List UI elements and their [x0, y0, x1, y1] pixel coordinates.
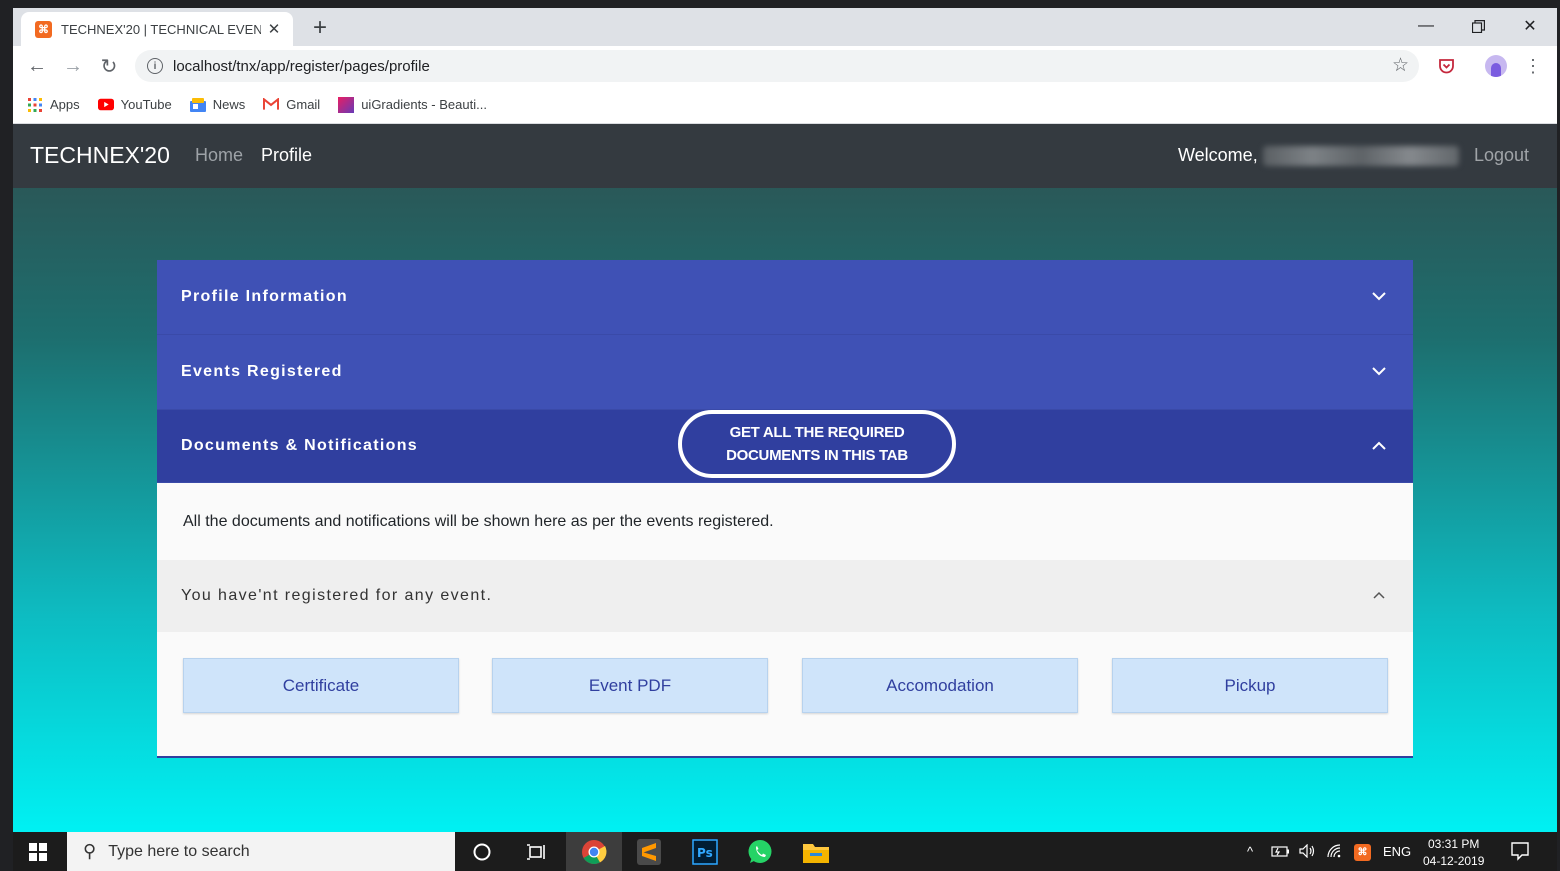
tab-strip: ⌘ TECHNEX'20 | TECHNICAL EVENT ✕ + — ✕ — [13, 8, 1557, 46]
task-view-icon[interactable] — [523, 838, 551, 866]
chevron-down-icon — [1372, 367, 1386, 376]
event-pdf-button[interactable]: Event PDF — [492, 658, 768, 713]
bookmark-label: News — [212, 97, 246, 112]
gmail-icon — [263, 97, 280, 113]
battery-icon[interactable] — [1271, 844, 1291, 861]
accordion-title: Profile Information — [181, 288, 348, 305]
news-icon — [189, 97, 206, 113]
bookmark-gmail[interactable]: Gmail — [263, 97, 320, 113]
technex-tray-icon[interactable]: ⌘ — [1354, 844, 1371, 861]
browser-toolbar: ← → ↻ i localhost/tnx/app/register/pages… — [13, 46, 1557, 86]
back-icon[interactable]: ← — [23, 54, 51, 78]
close-tab-icon[interactable]: ✕ — [265, 20, 283, 38]
technex-favicon-icon: ⌘ — [35, 20, 52, 38]
accordion-events-registered[interactable]: Events Registered — [157, 335, 1413, 410]
restore-button[interactable] — [1455, 12, 1501, 40]
taskbar-search[interactable]: ⚲ Type here to search — [67, 832, 455, 871]
photoshop-icon[interactable]: Ps — [691, 838, 719, 866]
callout-line-2: DOCUMENTS IN THIS TAB — [726, 447, 908, 464]
url-text: localhost/tnx/app/register/pages/profile — [173, 57, 430, 75]
show-hidden-icons-icon[interactable]: ^ — [1247, 844, 1253, 859]
windows-start-icon[interactable] — [29, 843, 47, 861]
bookmark-label: Gmail — [286, 97, 321, 112]
chrome-menu-icon[interactable]: ⋮ — [1521, 54, 1545, 78]
apps-grid-icon — [27, 97, 43, 113]
callout-line-1: GET ALL THE REQUIRED — [729, 424, 905, 441]
bookmark-label: YouTube — [120, 97, 172, 112]
bookmarks-bar: Apps YouTube News Gmail uiGradients - Be… — [13, 86, 1557, 124]
tab-title: TECHNEX'20 | TECHNICAL EVENT — [61, 21, 261, 37]
reload-icon[interactable]: ↻ — [95, 54, 123, 78]
address-bar[interactable]: i localhost/tnx/app/register/pages/profi… — [135, 50, 1419, 82]
nav-link-home[interactable]: Home — [195, 145, 243, 166]
wifi-icon[interactable] — [1327, 844, 1345, 861]
page-content: TECHNEX'20 Home Profile Welcome, Logout … — [13, 124, 1557, 832]
bookmark-label: uiGradients - Beauti... — [361, 97, 487, 112]
minimize-button[interactable]: — — [1403, 12, 1449, 40]
file-explorer-icon[interactable] — [802, 838, 830, 866]
chevron-down-icon — [1372, 292, 1386, 301]
pickup-button[interactable]: Pickup — [1112, 658, 1388, 713]
svg-text:Ps: Ps — [697, 846, 713, 860]
volume-icon[interactable] — [1299, 843, 1317, 861]
accordion-title: Events Registered — [181, 363, 343, 380]
taskbar-clock[interactable]: 03:31 PM 04-12-2019 — [1423, 836, 1484, 870]
browser-tab[interactable]: ⌘ TECHNEX'20 | TECHNICAL EVENT ✕ — [21, 12, 293, 46]
action-center-icon[interactable] — [1510, 841, 1530, 864]
subpanel-title: You have'nt registered for any event. — [181, 587, 493, 604]
bookmark-news[interactable]: News — [189, 97, 246, 113]
browser-window: ⌘ TECHNEX'20 | TECHNICAL EVENT ✕ + — ✕ ←… — [13, 8, 1557, 871]
certificate-button[interactable]: Certificate — [183, 658, 459, 713]
documents-callout: GET ALL THE REQUIRED DOCUMENTS IN THIS T… — [678, 410, 956, 478]
site-brand[interactable]: TECHNEX'20 — [30, 142, 170, 169]
search-icon: ⚲ — [83, 841, 97, 861]
welcome-text: Welcome, — [1178, 145, 1258, 165]
clock-date: 04-12-2019 — [1423, 854, 1485, 868]
windows-taskbar: ⚲ Type here to search Ps ^ ⌘ ENG 03:31 P… — [13, 832, 1557, 871]
search-placeholder: Type here to search — [108, 842, 250, 860]
documents-description: All the documents and notifications will… — [157, 483, 1413, 560]
nav-link-profile[interactable]: Profile — [261, 145, 312, 166]
bookmark-star-icon[interactable]: ☆ — [1392, 54, 1409, 77]
sublime-text-icon[interactable] — [635, 838, 663, 866]
chevron-up-icon — [1372, 441, 1386, 450]
accordion-title: Documents & Notifications — [181, 437, 418, 454]
forward-icon[interactable]: → — [59, 54, 87, 78]
bookmark-label: Apps — [50, 97, 80, 112]
documents-panel-body: All the documents and notifications will… — [157, 483, 1413, 758]
chrome-icon[interactable] — [580, 838, 608, 866]
youtube-icon — [97, 97, 114, 113]
document-buttons-row: Certificate Event PDF Accomodation Picku… — [157, 632, 1413, 758]
close-window-button[interactable]: ✕ — [1507, 12, 1553, 40]
accomodation-button[interactable]: Accomodation — [802, 658, 1078, 713]
bookmark-uigradients[interactable]: uiGradients - Beauti... — [338, 96, 487, 113]
new-tab-button[interactable]: + — [307, 14, 333, 42]
clock-time: 03:31 PM — [1428, 837, 1480, 851]
input-language[interactable]: ENG — [1383, 844, 1411, 859]
bookmark-apps[interactable]: Apps — [27, 97, 80, 113]
chevron-up-icon — [1373, 591, 1385, 599]
uigradients-icon — [338, 96, 355, 113]
bookmark-youtube[interactable]: YouTube — [97, 97, 172, 113]
site-navbar: TECHNEX'20 Home Profile Welcome, Logout — [13, 124, 1557, 188]
registered-events-subpanel[interactable]: You have'nt registered for any event. — [157, 560, 1413, 632]
blurred-username — [1263, 146, 1459, 166]
site-info-icon[interactable]: i — [147, 58, 163, 74]
whatsapp-icon[interactable] — [746, 838, 774, 866]
accordion-profile-information[interactable]: Profile Information — [157, 260, 1413, 335]
logout-link[interactable]: Logout — [1474, 145, 1529, 166]
pocket-extension-icon[interactable] — [1434, 54, 1458, 78]
cortana-icon[interactable] — [468, 838, 496, 866]
profile-avatar[interactable] — [1484, 54, 1508, 78]
accordion-documents-notifications[interactable]: Documents & Notifications GET ALL THE RE… — [157, 410, 1413, 483]
profile-accordion: Profile Information Events Registered Do… — [157, 260, 1413, 758]
